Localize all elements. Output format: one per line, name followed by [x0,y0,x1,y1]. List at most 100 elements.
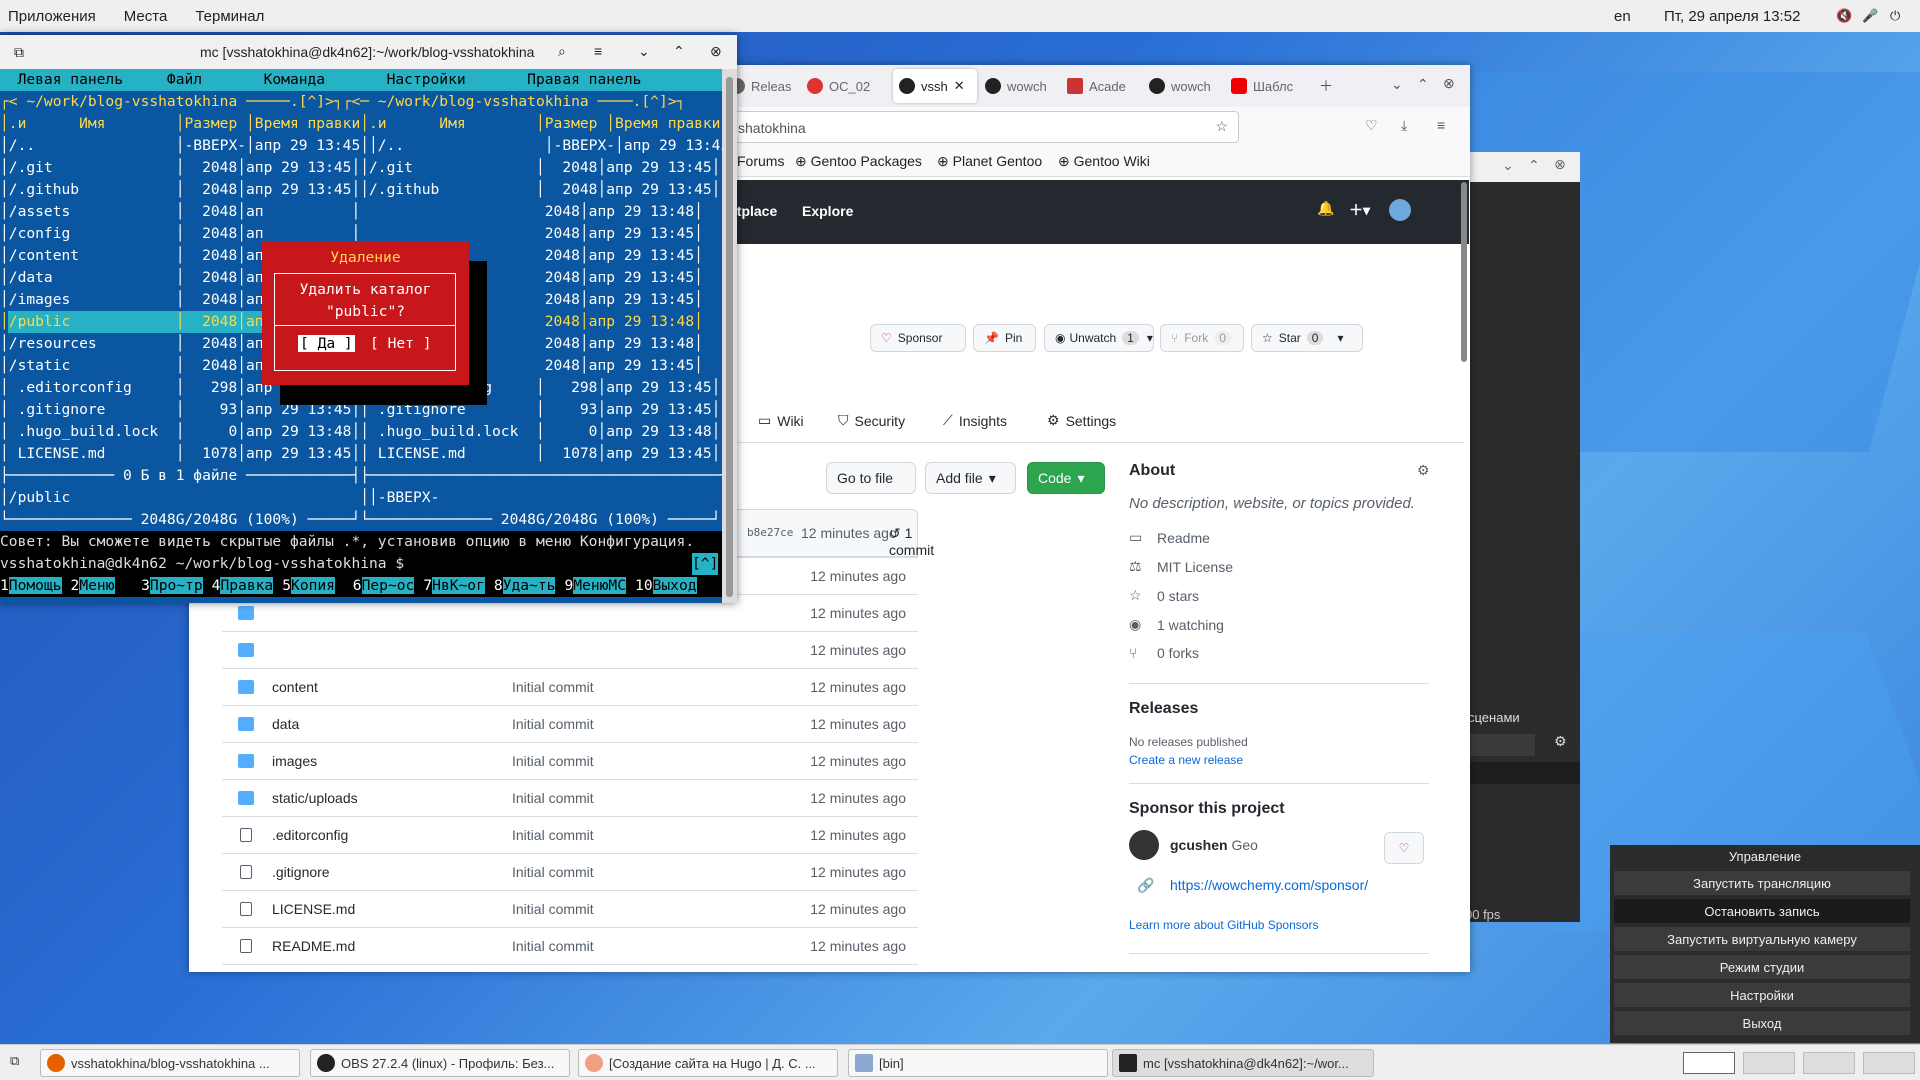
file-row[interactable]: images Initial commit 12 minutes ago [222,742,918,779]
taskbar-obs[interactable]: OBS 27.2.4 (linux) - Профиль: Без... [310,1049,570,1077]
code-button[interactable]: Code ▾ [1027,462,1105,494]
places-menu[interactable]: Места [124,8,168,25]
fkey-1[interactable]: 1Помощь [0,575,62,597]
file-row[interactable]: .editorconfig Initial commit 12 minutes ag… [222,816,918,853]
exit-button[interactable]: Выход [1614,1011,1910,1035]
tab-insights[interactable]: ⟋ Insights [943,412,1007,429]
workspace-1[interactable] [1683,1052,1735,1074]
scrollbar[interactable] [726,77,733,597]
mute-icon[interactable]: 🔇 [1836,8,1852,24]
mc-panel-line[interactable]: ┌< ~/work/blog-vsshatokhina ─────.[^]>┐┌… [0,91,722,113]
nav-explore[interactable]: Explore [802,203,853,219]
keyboard-layout[interactable]: en [1614,8,1631,25]
workspace-2[interactable] [1743,1052,1795,1074]
mc-panel-line[interactable]: │ .gitignore │ 93│апр 29 13:45││ .gitign… [0,399,722,421]
forks-link[interactable]: ⑂ 0 forks [1129,645,1199,661]
fkey-2[interactable]: 2Меню [70,575,115,597]
clock[interactable]: Пт, 29 апреля 13:52 [1664,8,1800,25]
mc-panel-line[interactable]: │/.. │-ВВЕРХ-│апр 29 13:45││/.. │-ВВЕРХ-… [0,135,737,157]
taskbar-firefox-2[interactable]: [Создание сайта на Hugo | Д. С. ... [578,1049,838,1077]
no-button[interactable]: [ Нет ] [370,335,432,352]
mc-panel-line[interactable]: │.и Имя │Размер │Время правки│.и Имя │Ра… [0,113,729,135]
download-icon[interactable]: ⤓ [1401,117,1407,134]
file-row[interactable]: README.md Initial commit 12 minutes ago [222,927,918,964]
stop-recording-button[interactable]: Остановить запись [1614,899,1910,923]
go-to-file-button[interactable]: Go to file [826,462,916,494]
new-tab-icon[interactable]: ＋ [1319,76,1333,96]
scrollbar[interactable] [1461,182,1467,362]
fork-button[interactable]: ⑂ Fork 0 [1160,324,1244,352]
workspace-4[interactable] [1863,1052,1915,1074]
mc-panel-line[interactable]: │/.github │ 2048│апр 29 13:45││/.github … [0,179,722,201]
commit-message[interactable]: Initial commit [512,716,594,732]
applications-menu[interactable]: Приложения [8,8,96,25]
tab-security[interactable]: ⛉ Security [838,412,905,429]
commit-message[interactable]: Initial commit [512,827,594,843]
mc-panel-line[interactable]: │/public ││-ВВЕРХ- │ [0,487,737,509]
pocket-icon[interactable]: ♡ [1365,117,1378,134]
bookmark-planet-gentoo[interactable]: ⊕ Planet Gentoo [937,153,1042,170]
bookmark-gentoo-packages[interactable]: ⊕ Gentoo Packages [795,153,922,170]
taskbar-files[interactable]: [bin] [848,1049,1108,1077]
file-row[interactable]: content Initial commit 12 minutes ago [222,668,918,705]
taskbar-terminal[interactable]: mc [vsshatokhina@dk4n62]:~/wor... [1112,1049,1374,1077]
license-link[interactable]: ⚖ MIT License [1129,558,1233,575]
yes-button[interactable]: [ Да ] [298,335,355,352]
gear-icon[interactable]: ⚙ [1554,734,1567,750]
command-prompt[interactable]: vsshatokhina@dk4n62 ~/work/blog-vsshatok… [0,553,722,575]
commit-message[interactable]: Initial commit [512,679,594,695]
stars-link[interactable]: ☆ 0 stars [1129,587,1199,604]
power-icon[interactable]: ⏻ [1890,8,1900,24]
file-row[interactable]: LICENSE.md Initial commit 12 minutes ago [222,890,918,927]
virtual-camera-button[interactable]: Запустить виртуальную камеру [1614,927,1910,951]
file-name[interactable]: LICENSE.md [272,901,355,917]
releases-title[interactable]: Releases [1129,700,1198,718]
chevron-up-icon[interactable]: ⌃ [1528,158,1540,174]
close-icon[interactable]: ⊗ [710,43,722,60]
bookmark-forums[interactable]: Forums [737,153,784,169]
studio-mode-button[interactable]: Режим студии [1614,955,1910,979]
commit-message[interactable]: Initial commit [512,864,594,880]
file-name[interactable]: README.md [272,938,355,954]
fkey-5[interactable]: 5Копия [282,575,335,597]
close-icon[interactable]: ⊗ [1443,75,1455,92]
new-tab-icon[interactable]: ⧉ [14,44,24,61]
learn-sponsors-link[interactable]: Learn more about GitHub Sponsors [1129,918,1318,932]
tab-youtube[interactable]: Шаблс [1231,69,1303,103]
commit-message[interactable]: Initial commit [512,790,594,806]
mc-menubar[interactable]: Левая панель Файл Команда Настройки Прав… [0,69,722,91]
commit-message[interactable]: Initial commit [512,938,594,954]
fkey-9[interactable]: 9МенюМС [564,575,626,597]
create-release-link[interactable]: Create a new release [1129,753,1243,767]
add-file-button[interactable]: Add file ▾ [925,462,1016,494]
file-name[interactable]: content [272,679,318,695]
sponsor-button[interactable]: ♡ Sponsor [870,324,966,352]
gear-icon[interactable]: ⚙ [1417,462,1430,479]
fkey-10[interactable]: 10Выход [635,575,697,597]
fkey-8[interactable]: 8Уда~ть [493,575,556,597]
menu-icon[interactable]: ≡ [594,43,602,59]
pin-button[interactable]: 📌 Pin [973,324,1036,352]
mc-panel-line[interactable]: │ .hugo_build.lock │ 0│апр 29 13:48││ .h… [0,421,722,443]
file-name[interactable]: static/uploads [272,790,358,806]
sponsor-avatar[interactable] [1129,830,1159,860]
tab-oc02[interactable]: OC_02 [807,69,877,103]
file-row[interactable]: data Initial commit 12 minutes ago [222,705,918,742]
settings-button[interactable]: Настройки [1614,983,1910,1007]
tab-academic[interactable]: Acade [1067,69,1137,103]
tab-releases[interactable]: Releas [729,69,801,103]
tab-wowch-2[interactable]: wowch [1149,69,1219,103]
workspace-3[interactable] [1803,1052,1855,1074]
mc-panel-line[interactable]: ├──────────── 0 Б в 1 файле ────────────… [0,465,729,487]
file-name[interactable]: data [272,716,299,732]
terminal-menu[interactable]: Терминал [195,8,264,25]
plus-icon[interactable]: ＋▾ [1349,200,1370,220]
star-button[interactable]: ☆ Star 0 ▾ [1251,324,1363,352]
tab-settings[interactable]: ⚙ Settings [1047,412,1116,429]
avatar[interactable] [1389,199,1411,221]
fkey-6[interactable]: 6Пер~ос [352,575,415,597]
tab-list-icon[interactable]: ⌄ [1391,76,1403,93]
tab-wowch[interactable]: wowch [985,69,1055,103]
file-row[interactable]: .gitignore Initial commit 12 minutes ago [222,853,918,890]
tab-vssh[interactable]: vssh ✕ [893,69,977,103]
